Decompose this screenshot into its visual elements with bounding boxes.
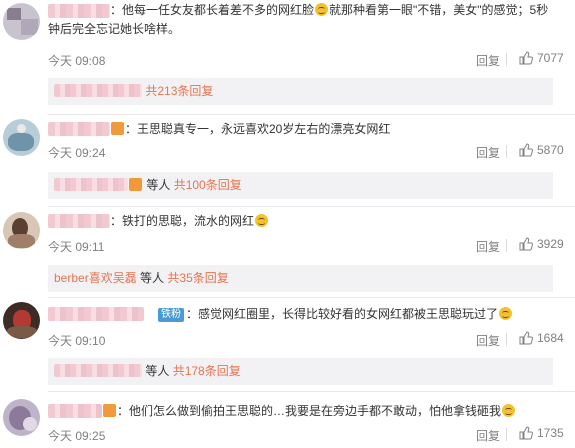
- angry-emoji-icon: [255, 214, 269, 227]
- gift-icon: [103, 404, 116, 417]
- reply-thread-suffix: 等人: [146, 178, 171, 192]
- gift-icon: [129, 178, 142, 191]
- like-button[interactable]: 1684: [519, 331, 564, 345]
- reply-thread-link[interactable]: 共35条回复: [167, 271, 228, 285]
- comment-text: ：铁打的思聪，流水的网红: [110, 212, 269, 231]
- username[interactable]: [48, 404, 102, 418]
- reply-thread-bar[interactable]: 等人 共100条回复: [48, 172, 553, 199]
- laughing-emoji-icon: [502, 404, 516, 417]
- like-button[interactable]: 3929: [519, 237, 564, 251]
- user-avatar[interactable]: [3, 302, 40, 339]
- reply-button[interactable]: 回复: [476, 144, 500, 161]
- comment-time: 今天 09:10: [48, 334, 106, 348]
- divider: [48, 114, 575, 115]
- reply-usernames: [54, 364, 142, 377]
- divider: [506, 333, 507, 346]
- reply-usernames: [54, 178, 128, 191]
- like-count: 1684: [537, 331, 564, 345]
- reply-thread-suffix: 等人: [140, 271, 165, 285]
- reply-thread-bar[interactable]: 等人 共178条回复: [48, 358, 553, 385]
- reply-usernames: [54, 84, 142, 97]
- divider: [506, 239, 507, 252]
- thumbs-up-icon: [519, 143, 533, 157]
- thinking-emoji-icon: [499, 307, 513, 320]
- reply-button[interactable]: 回复: [476, 427, 500, 444]
- user-avatar[interactable]: [3, 399, 40, 436]
- like-button[interactable]: 7077: [519, 51, 564, 65]
- reply-thread-user[interactable]: berber喜欢吴磊: [54, 271, 137, 285]
- comment-text: ：他们怎么做到偷拍王思聪的…我要是在旁边手都不敢动，怕他拿钱砸我: [102, 402, 516, 421]
- reply-thread-link[interactable]: 共213条回复: [145, 84, 213, 98]
- like-button[interactable]: 5870: [519, 143, 564, 157]
- user-avatar[interactable]: [3, 3, 40, 40]
- like-button[interactable]: 1735: [519, 426, 564, 440]
- divider: [48, 391, 575, 392]
- comment-time: 今天 09:25: [48, 429, 106, 443]
- divider: [506, 53, 507, 66]
- fan-badge: 铁粉: [158, 308, 184, 322]
- comment-text: ：他每一任女友都长着差不多的网红脸 就那种看第一眼"不错，美女"的感觉；5秒钟后完…: [48, 3, 549, 36]
- reply-button[interactable]: 回复: [476, 52, 500, 69]
- divider: [48, 206, 575, 207]
- divider: [506, 145, 507, 158]
- user-avatar[interactable]: [3, 212, 40, 249]
- reply-thread-link[interactable]: 共178条回复: [173, 364, 241, 378]
- like-count: 5870: [537, 143, 564, 157]
- thumbs-up-icon: [519, 426, 533, 440]
- comment-text: ：王思聪真专一，永远喜欢20岁左右的漂亮女网红: [110, 120, 390, 139]
- username[interactable]: [48, 122, 110, 136]
- like-count: 1735: [537, 426, 564, 440]
- thumbs-up-icon: [519, 331, 533, 345]
- username[interactable]: [48, 214, 110, 228]
- reply-button[interactable]: 回复: [476, 332, 500, 349]
- user-avatar[interactable]: [3, 119, 40, 156]
- comment-time: 今天 09:08: [48, 54, 106, 68]
- reply-thread-bar[interactable]: berber喜欢吴磊 等人 共35条回复: [48, 265, 553, 292]
- comment-time: 今天 09:24: [48, 146, 106, 160]
- like-count: 7077: [537, 51, 564, 65]
- gift-icon: [111, 122, 124, 135]
- reply-thread-bar[interactable]: 共213条回复: [48, 78, 553, 105]
- reply-button[interactable]: 回复: [476, 238, 500, 255]
- comment-text: 铁粉 ：感觉网红圈里，长得比较好看的女网红都被王思聪玩过了: [158, 305, 513, 324]
- username[interactable]: [48, 307, 144, 321]
- reply-thread-link[interactable]: 共100条回复: [174, 178, 242, 192]
- thumbs-up-icon: [519, 237, 533, 251]
- reply-thread-suffix: 等人: [145, 364, 170, 378]
- laughing-emoji-icon: [315, 3, 329, 16]
- divider: [506, 428, 507, 441]
- like-count: 3929: [537, 237, 564, 251]
- comment-time: 今天 09:11: [48, 240, 105, 254]
- divider: [48, 297, 575, 298]
- thumbs-up-icon: [519, 51, 533, 65]
